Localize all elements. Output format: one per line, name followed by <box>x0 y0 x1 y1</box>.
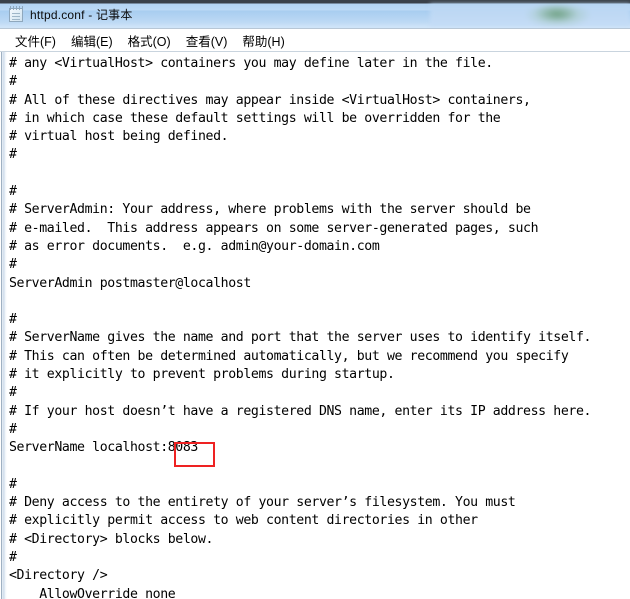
text-line: # explicitly permit access to web conten… <box>9 513 478 529</box>
config-file-text[interactable]: # any <VirtualHost> containers you may d… <box>9 55 630 599</box>
menu-bar: 文件(F) 编辑(E) 格式(O) 查看(V) 帮助(H) <box>0 28 630 52</box>
text-line: # <box>9 74 17 90</box>
text-line: ServerAdmin postmaster@localhost <box>9 275 251 291</box>
text-line: # virtual host being defined. <box>9 129 229 145</box>
text-line <box>9 165 630 183</box>
text-line: # All of these directives may appear ins… <box>9 92 531 108</box>
text-line: # ServerName gives the name and port tha… <box>9 330 592 346</box>
text-line: # <box>9 476 17 492</box>
text-line: # <box>9 257 17 273</box>
text-line: # any <VirtualHost> containers you may d… <box>9 56 493 71</box>
text-line: # as error documents. e.g. admin@your-do… <box>9 238 380 254</box>
text-line: # ServerAdmin: Your address, where probl… <box>9 202 531 218</box>
text-line: # If your host doesn’t have a registered… <box>9 403 592 419</box>
text-line: # <box>9 184 17 200</box>
text-line: # it explicitly to prevent problems duri… <box>9 367 395 383</box>
text-line: # <box>9 421 17 437</box>
menu-edit[interactable]: 编辑(E) <box>64 29 121 52</box>
text-line: # <box>9 147 17 163</box>
notepad-window: httpd.conf - 记事本 文件(F) 编辑(E) 格式(O) 查看(V)… <box>0 0 630 599</box>
menu-help[interactable]: 帮助(H) <box>235 29 292 52</box>
window-title: httpd.conf - 记事本 <box>30 7 133 22</box>
text-line <box>9 458 630 476</box>
text-line: # <box>9 385 17 401</box>
title-bar[interactable]: httpd.conf - 记事本 <box>0 0 630 28</box>
text-line: # <box>9 312 17 328</box>
text-line <box>9 293 630 311</box>
menu-view[interactable]: 查看(V) <box>179 29 236 52</box>
text-line: <Directory /> <box>9 568 108 584</box>
text-line: # in which case these default settings w… <box>9 110 501 126</box>
text-line: AllowOverride none <box>9 586 176 599</box>
text-line: # <Directory> blocks below. <box>9 531 214 547</box>
text-line: ServerName localhost:8083 <box>9 440 198 456</box>
title-bar-content: httpd.conf - 记事本 <box>9 4 133 24</box>
menu-file[interactable]: 文件(F) <box>8 29 64 52</box>
notepad-icon <box>9 6 24 22</box>
text-line: # Deny access to the entirety of your se… <box>9 495 516 511</box>
text-editor-area[interactable]: # any <VirtualHost> containers you may d… <box>0 52 630 599</box>
menu-format[interactable]: 格式(O) <box>121 29 179 52</box>
text-line: # e-mailed. This address appears on some… <box>9 220 539 236</box>
text-line: # This can often be determined automatic… <box>9 348 569 364</box>
window-controls-blurred[interactable] <box>430 4 630 26</box>
client-area-left-edge <box>0 52 7 599</box>
text-line: # <box>9 550 17 566</box>
